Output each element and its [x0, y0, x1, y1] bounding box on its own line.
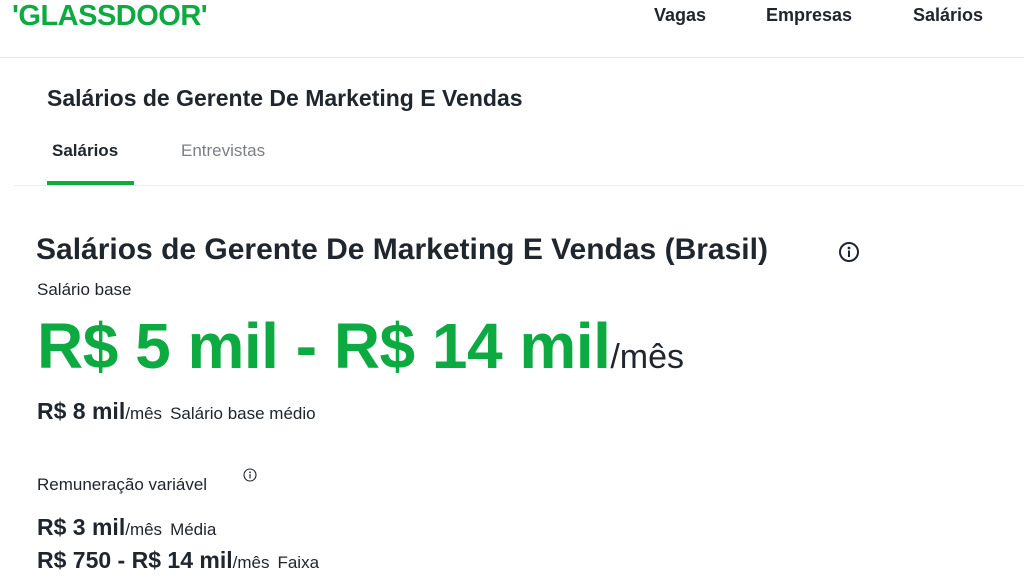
base-salary-label: Salário base — [37, 280, 132, 299]
base-salary-average-amount: R$ 8 mil — [37, 398, 126, 424]
base-salary-average-unit: /mês — [125, 404, 163, 423]
tabs-divider — [14, 185, 1024, 186]
variable-pay-average-amount: R$ 3 mil — [37, 514, 126, 540]
tab-entrevistas[interactable]: Entrevistas — [181, 140, 265, 162]
base-salary-range: R$ 5 mil - R$ 14 mil/mês — [37, 310, 684, 400]
base-salary-range-unit: /mês — [610, 338, 685, 376]
variable-pay-range-unit: /mês — [232, 553, 270, 572]
info-icon[interactable] — [243, 468, 257, 482]
tab-salarios[interactable]: Salários — [52, 140, 118, 162]
nav-link-empresas[interactable]: Empresas — [766, 4, 852, 26]
variable-pay-range-amount: R$ 750 - R$ 14 mil — [37, 547, 233, 573]
variable-pay-average-unit: /mês — [125, 520, 163, 539]
nav-link-vagas[interactable]: Vagas — [654, 4, 706, 26]
variable-pay-average-label: Média — [170, 520, 217, 539]
variable-pay-average: R$ 3 mil/mês Média — [37, 513, 216, 545]
base-salary-range-value: R$ 5 mil - R$ 14 mil — [37, 310, 611, 382]
info-icon[interactable] — [838, 241, 860, 263]
page-title: Salários de Gerente De Marketing E Venda… — [47, 85, 523, 111]
base-salary-average: R$ 8 mil/mês Salário base médio — [37, 397, 316, 429]
base-salary-average-label: Salário base médio — [170, 404, 316, 423]
top-navbar: 'GLASSDOOR' Vagas Empresas Salários — [0, 0, 1024, 58]
salary-section-title: Salários de Gerente De Marketing E Venda… — [36, 233, 768, 266]
variable-pay-range: R$ 750 - R$ 14 mil/mês Faixa — [37, 546, 319, 576]
variable-pay-label: Remuneração variável — [37, 475, 208, 494]
variable-pay-range-label: Faixa — [277, 553, 320, 572]
nav-link-salarios[interactable]: Salários — [913, 4, 983, 26]
glassdoor-logo[interactable]: 'GLASSDOOR' — [12, 0, 208, 32]
